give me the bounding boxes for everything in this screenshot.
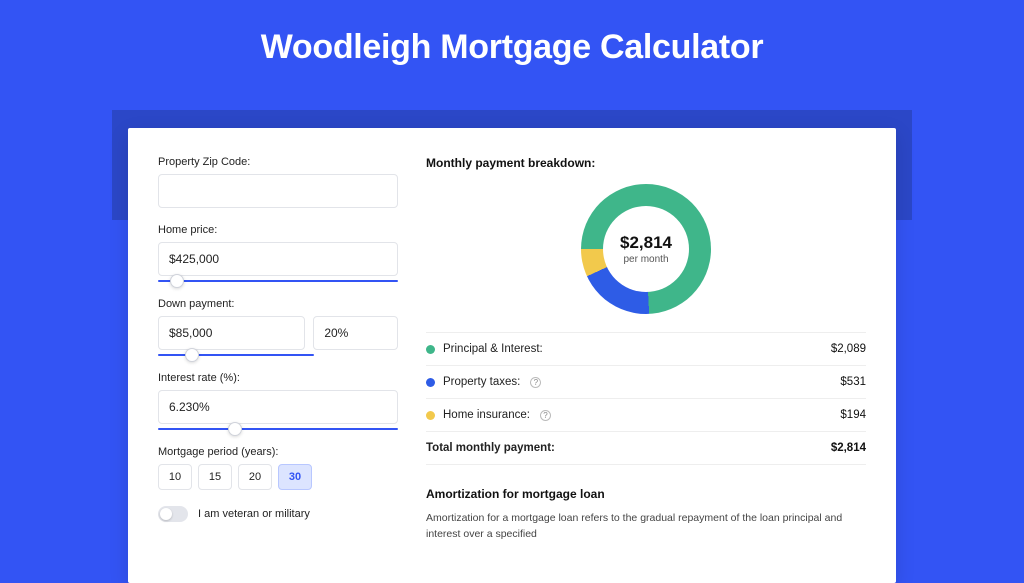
legend-dot (426, 411, 435, 420)
rate-input[interactable] (158, 390, 398, 424)
rate-slider[interactable] (158, 428, 398, 430)
down-percent-input[interactable] (313, 316, 398, 350)
period-option-30[interactable]: 30 (278, 464, 312, 490)
down-field-group: Down payment: (158, 298, 398, 356)
price-field-group: Home price: (158, 224, 398, 282)
amortization-section: Amortization for mortgage loan Amortizat… (426, 487, 866, 543)
legend-dot (426, 378, 435, 387)
veteran-row: I am veteran or military (158, 506, 398, 522)
breakdown-rows: Principal & Interest: $2,089 Property taxe… (426, 332, 866, 465)
info-icon[interactable]: ? (540, 410, 551, 421)
donut-center: $2,814 per month (603, 206, 689, 292)
period-label: Mortgage period (years): (158, 446, 398, 458)
breakdown-row: Property taxes:? $531 (426, 366, 866, 399)
rate-slider-thumb[interactable] (228, 422, 242, 436)
amortization-text: Amortization for a mortgage loan refers … (426, 511, 866, 543)
breakdown-label: Principal & Interest: (443, 343, 543, 355)
breakdown-value: $194 (840, 409, 866, 421)
donut-amount: $2,814 (620, 233, 672, 253)
donut-chart-wrap: $2,814 per month (426, 184, 866, 314)
form-column: Property Zip Code: Home price: Down paym… (158, 156, 398, 543)
zip-label: Property Zip Code: (158, 156, 398, 168)
calculator-card: Property Zip Code: Home price: Down paym… (128, 128, 896, 583)
rate-label: Interest rate (%): (158, 372, 398, 384)
down-slider[interactable] (158, 354, 314, 356)
price-slider-thumb[interactable] (170, 274, 184, 288)
donut-chart: $2,814 per month (581, 184, 711, 314)
veteran-toggle[interactable] (158, 506, 188, 522)
price-input[interactable] (158, 242, 398, 276)
breakdown-value: $531 (840, 376, 866, 388)
period-option-20[interactable]: 20 (238, 464, 272, 490)
veteran-label: I am veteran or military (198, 508, 310, 520)
down-slider-thumb[interactable] (185, 348, 199, 362)
results-column: Monthly payment breakdown: $2,814 per mo… (426, 156, 866, 543)
breakdown-value: $2,089 (831, 343, 866, 355)
amortization-title: Amortization for mortgage loan (426, 487, 866, 501)
total-value: $2,814 (831, 442, 866, 454)
price-label: Home price: (158, 224, 398, 236)
down-label: Down payment: (158, 298, 398, 310)
breakdown-row: Home insurance:? $194 (426, 399, 866, 432)
legend-dot (426, 345, 435, 354)
breakdown-total-row: Total monthly payment: $2,814 (426, 432, 866, 465)
price-slider[interactable] (158, 280, 398, 282)
rate-field-group: Interest rate (%): (158, 372, 398, 430)
page-title: Woodleigh Mortgage Calculator (0, 28, 1024, 67)
period-field-group: Mortgage period (years): 10152030 (158, 446, 398, 490)
zip-input[interactable] (158, 174, 398, 208)
breakdown-label: Home insurance: (443, 409, 530, 421)
breakdown-label: Property taxes: (443, 376, 520, 388)
total-label: Total monthly payment: (426, 442, 555, 454)
period-option-15[interactable]: 15 (198, 464, 232, 490)
donut-sub: per month (623, 254, 668, 265)
breakdown-row: Principal & Interest: $2,089 (426, 333, 866, 366)
info-icon[interactable]: ? (530, 377, 541, 388)
period-option-10[interactable]: 10 (158, 464, 192, 490)
down-amount-input[interactable] (158, 316, 305, 350)
breakdown-title: Monthly payment breakdown: (426, 156, 866, 170)
period-segmented: 10152030 (158, 464, 398, 490)
zip-field-group: Property Zip Code: (158, 156, 398, 208)
